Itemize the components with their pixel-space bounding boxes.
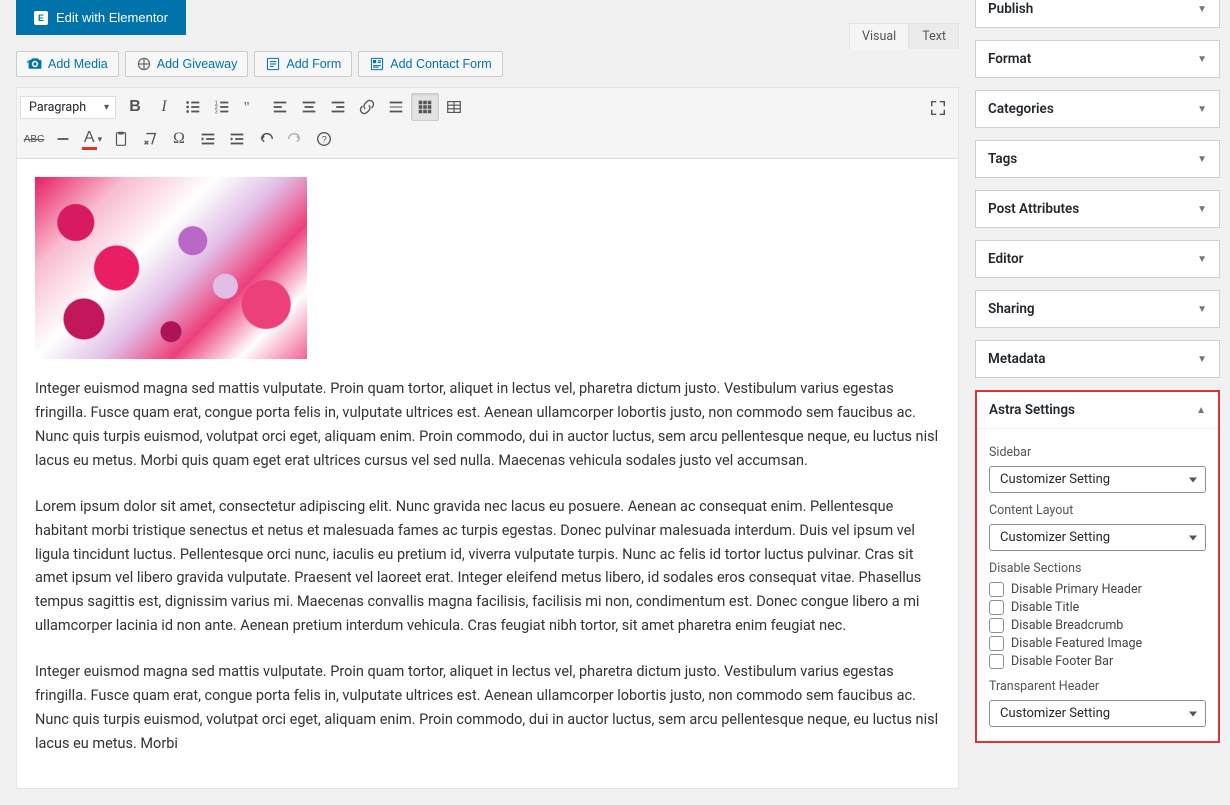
add-form-label: Add Form xyxy=(286,57,341,71)
content-layout-field-label: Content Layout xyxy=(989,503,1206,518)
bullet-list-button[interactable] xyxy=(179,93,207,121)
horizontal-rule-button[interactable] xyxy=(49,125,77,153)
sidebar-select[interactable]: Customizer Setting xyxy=(989,466,1206,493)
chevron-down-icon: ▼ xyxy=(1197,254,1207,265)
table-button[interactable] xyxy=(440,93,468,121)
publish-box-title: Publish xyxy=(988,1,1033,17)
help-button[interactable]: ? xyxy=(310,125,338,153)
disable-primary-header-label[interactable]: Disable Primary Header xyxy=(1011,582,1142,597)
format-box-header[interactable]: Format ▼ xyxy=(976,41,1219,77)
chevron-down-icon: ▼ xyxy=(1197,204,1207,215)
special-character-button[interactable]: Ω xyxy=(165,125,193,153)
paragraph-3: Integer euismod magna sed mattis vulputa… xyxy=(35,660,940,756)
add-giveaway-button[interactable]: Add Giveaway xyxy=(125,51,249,77)
chevron-down-icon: ▼ xyxy=(1197,104,1207,115)
svg-text:3: 3 xyxy=(215,109,218,115)
gift-icon xyxy=(136,56,152,72)
disable-breadcrumb-checkbox[interactable] xyxy=(989,618,1004,633)
astra-settings-title: Astra Settings xyxy=(989,402,1075,418)
disable-breadcrumb-label[interactable]: Disable Breadcrumb xyxy=(1011,618,1123,633)
add-form-button[interactable]: Add Form xyxy=(254,51,352,77)
tab-visual[interactable]: Visual xyxy=(849,23,909,50)
publish-box-header[interactable]: Publish ▼ xyxy=(976,0,1219,27)
chevron-up-icon: ▲ xyxy=(1196,405,1206,416)
astra-settings-box: Astra Settings ▲ Sidebar Customizer Sett… xyxy=(975,390,1220,743)
chevron-down-icon: ▼ xyxy=(1197,154,1207,165)
post-attributes-box-header[interactable]: Post Attributes ▼ xyxy=(976,191,1219,227)
strikethrough-button[interactable]: ABC xyxy=(20,125,48,153)
categories-box-header[interactable]: Categories ▼ xyxy=(976,91,1219,127)
chevron-down-icon: ▼ xyxy=(1197,304,1207,315)
add-giveaway-label: Add Giveaway xyxy=(157,57,238,71)
sharing-box-title: Sharing xyxy=(988,301,1035,317)
chevron-down-icon: ▼ xyxy=(1197,4,1207,15)
astra-settings-header[interactable]: Astra Settings ▲ xyxy=(977,392,1218,428)
outdent-button[interactable] xyxy=(194,125,222,153)
post-attributes-box-title: Post Attributes xyxy=(988,201,1079,217)
toolbar-toggle-button[interactable] xyxy=(411,93,439,121)
elementor-button-label: Edit with Elementor xyxy=(56,10,168,25)
disable-footer-bar-checkbox[interactable] xyxy=(989,654,1004,669)
edit-with-elementor-button[interactable]: E Edit with Elementor xyxy=(16,0,186,35)
add-media-button[interactable]: Add Media xyxy=(16,51,119,77)
transparent-header-select[interactable]: Customizer Setting xyxy=(989,700,1206,727)
insert-more-button[interactable] xyxy=(382,93,410,121)
contact-form-icon xyxy=(369,56,385,72)
italic-button[interactable]: I xyxy=(150,93,178,121)
svg-text:": " xyxy=(244,100,250,116)
content-layout-select[interactable]: Customizer Setting xyxy=(989,524,1206,551)
editor-box-header[interactable]: Editor ▼ xyxy=(976,241,1219,277)
editor-toolbar: Paragraph B I 123 " xyxy=(17,88,958,159)
undo-button[interactable] xyxy=(252,125,280,153)
tags-box-title: Tags xyxy=(988,151,1017,167)
disable-title-label[interactable]: Disable Title xyxy=(1011,600,1079,615)
add-contact-form-button[interactable]: Add Contact Form xyxy=(358,51,502,77)
disable-sections-label: Disable Sections xyxy=(989,561,1206,576)
text-color-button[interactable]: A▾ xyxy=(78,125,106,153)
disable-featured-image-label[interactable]: Disable Featured Image xyxy=(1011,636,1142,651)
add-media-label: Add Media xyxy=(48,57,108,71)
content-image[interactable] xyxy=(35,177,307,359)
tab-text[interactable]: Text xyxy=(909,23,959,49)
camera-icon xyxy=(27,56,43,72)
bold-button[interactable]: B xyxy=(121,93,149,121)
align-left-button[interactable] xyxy=(266,93,294,121)
paste-text-button[interactable] xyxy=(107,125,135,153)
link-button[interactable] xyxy=(353,93,381,121)
disable-footer-bar-label[interactable]: Disable Footer Bar xyxy=(1011,654,1113,669)
format-box-title: Format xyxy=(988,51,1031,67)
indent-button[interactable] xyxy=(223,125,251,153)
elementor-icon: E xyxy=(34,11,48,25)
paragraph-2: Lorem ipsum dolor sit amet, consectetur … xyxy=(35,495,940,639)
chevron-down-icon: ▼ xyxy=(1197,354,1207,365)
metadata-box-title: Metadata xyxy=(988,351,1046,367)
editor-content[interactable]: Integer euismod magna sed mattis vulputa… xyxy=(17,159,958,788)
paragraph-1: Integer euismod magna sed mattis vulputa… xyxy=(35,377,940,473)
disable-featured-image-checkbox[interactable] xyxy=(989,636,1004,651)
add-contact-form-label: Add Contact Form xyxy=(390,57,491,71)
transparent-header-field-label: Transparent Header xyxy=(989,679,1206,694)
clear-formatting-button[interactable] xyxy=(136,125,164,153)
chevron-down-icon: ▼ xyxy=(1197,54,1207,65)
number-list-button[interactable]: 123 xyxy=(208,93,236,121)
sharing-box-header[interactable]: Sharing ▼ xyxy=(976,291,1219,327)
disable-title-checkbox[interactable] xyxy=(989,600,1004,615)
metadata-box-header[interactable]: Metadata ▼ xyxy=(976,341,1219,377)
editor-box-title: Editor xyxy=(988,251,1023,267)
tags-box-header[interactable]: Tags ▼ xyxy=(976,141,1219,177)
sidebar-field-label: Sidebar xyxy=(989,445,1206,460)
format-select[interactable]: Paragraph xyxy=(20,96,116,119)
form-icon xyxy=(265,56,281,72)
svg-text:?: ? xyxy=(322,135,327,145)
fullscreen-button[interactable] xyxy=(924,94,952,122)
categories-box-title: Categories xyxy=(988,101,1054,117)
align-right-button[interactable] xyxy=(324,93,352,121)
align-center-button[interactable] xyxy=(295,93,323,121)
blockquote-button[interactable]: " xyxy=(237,93,265,121)
disable-primary-header-checkbox[interactable] xyxy=(989,582,1004,597)
redo-button[interactable] xyxy=(281,125,309,153)
